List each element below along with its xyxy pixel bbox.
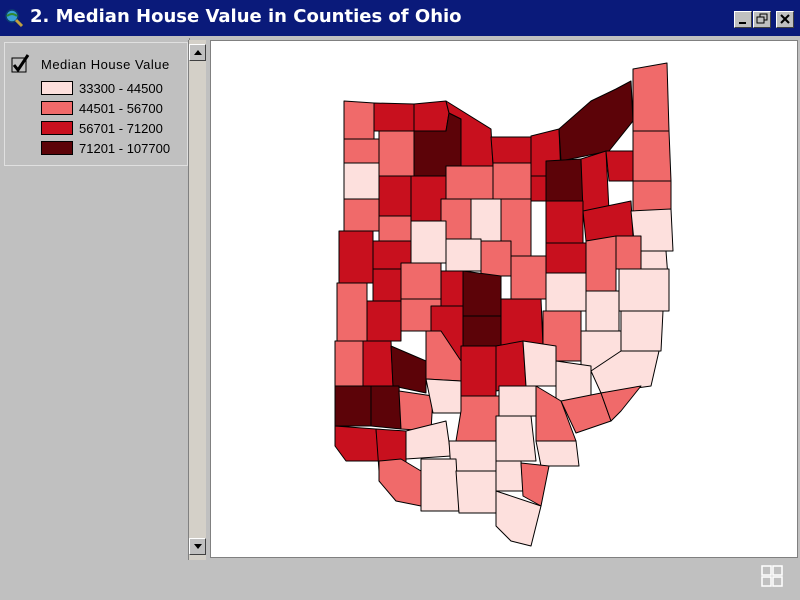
county[interactable] (495, 460, 524, 492)
county[interactable] (470, 198, 502, 242)
county[interactable] (372, 268, 402, 302)
county[interactable] (440, 270, 464, 307)
county[interactable] (632, 180, 672, 212)
county[interactable] (455, 470, 497, 514)
county[interactable] (336, 282, 368, 342)
county[interactable] (545, 272, 587, 312)
county[interactable] (495, 340, 527, 392)
legend-swatch (41, 121, 73, 135)
county[interactable] (338, 230, 374, 284)
county[interactable] (585, 290, 620, 332)
county[interactable] (462, 315, 502, 347)
county[interactable] (366, 300, 402, 342)
county[interactable] (605, 150, 634, 182)
close-button[interactable] (776, 11, 794, 28)
county[interactable] (498, 385, 537, 417)
county[interactable] (520, 462, 550, 507)
county[interactable] (343, 100, 375, 140)
grid-icon[interactable] (760, 564, 784, 588)
scroll-down-button[interactable] (189, 538, 206, 555)
county[interactable] (555, 360, 592, 402)
legend-swatch (41, 81, 73, 95)
window-title: 2. Median House Value in Counties of Ohi… (30, 6, 462, 27)
county[interactable] (522, 340, 557, 387)
county[interactable] (535, 440, 580, 467)
county[interactable] (495, 415, 537, 462)
county[interactable] (580, 150, 610, 212)
county[interactable] (510, 255, 547, 300)
county[interactable] (445, 165, 494, 200)
legend-label: 71201 - 107700 (79, 140, 171, 156)
county[interactable] (558, 80, 634, 162)
county[interactable] (530, 175, 547, 202)
county[interactable] (420, 458, 460, 512)
arrow-up-icon (194, 50, 202, 55)
county[interactable] (400, 262, 442, 300)
legend-item: 33300 - 44500 (41, 79, 163, 97)
legend-item: 56701 - 71200 (41, 119, 163, 137)
county[interactable] (378, 175, 412, 217)
title-bar: 2. Median House Value in Counties of Ohi… (0, 0, 800, 36)
minimize-button[interactable] (734, 11, 752, 28)
county[interactable] (462, 270, 502, 317)
legend-label: 56701 - 71200 (79, 120, 163, 136)
map-view[interactable] (210, 40, 798, 558)
county[interactable] (615, 235, 642, 270)
ohio-county-map (334, 62, 674, 547)
legend-label: 33300 - 44500 (79, 80, 163, 96)
minimize-icon (739, 22, 746, 24)
county[interactable] (620, 310, 664, 352)
county[interactable] (378, 215, 412, 242)
scroll-up-button[interactable] (189, 44, 206, 61)
county[interactable] (492, 162, 532, 200)
county[interactable] (445, 238, 482, 272)
county[interactable] (334, 340, 364, 387)
county[interactable] (378, 458, 422, 507)
county[interactable] (632, 130, 672, 182)
county[interactable] (370, 385, 402, 430)
legend-scrollbar[interactable] (188, 40, 206, 560)
legend-label: 44501 - 56700 (79, 100, 163, 116)
county[interactable] (460, 345, 497, 397)
county[interactable] (413, 100, 450, 132)
county[interactable] (343, 198, 380, 232)
county[interactable] (490, 136, 532, 164)
county[interactable] (343, 162, 380, 200)
county[interactable] (545, 158, 584, 202)
county[interactable] (410, 220, 447, 264)
county[interactable] (362, 340, 394, 387)
county[interactable] (585, 235, 617, 292)
county[interactable] (378, 130, 415, 177)
legend-swatch (41, 141, 73, 155)
status-bar (0, 560, 800, 600)
county[interactable] (455, 395, 500, 442)
county[interactable] (334, 385, 372, 427)
county[interactable] (500, 298, 544, 347)
county[interactable] (373, 102, 415, 132)
close-icon (780, 14, 790, 24)
county[interactable] (545, 200, 584, 244)
county[interactable] (632, 62, 670, 132)
legend-panel: Median House Value 33300 - 44500 44501 -… (0, 38, 190, 560)
county[interactable] (398, 390, 434, 432)
legend-title: Median House Value (41, 57, 170, 72)
legend-swatch (41, 101, 73, 115)
restore-icon (756, 13, 768, 24)
county[interactable] (343, 138, 380, 164)
restore-button[interactable] (753, 11, 771, 28)
county[interactable] (480, 240, 512, 277)
legend-item: 71201 - 107700 (41, 139, 170, 157)
legend-item: 44501 - 56700 (41, 99, 163, 117)
checkmark-icon[interactable] (11, 53, 31, 77)
legend: Median House Value 33300 - 44500 44501 -… (4, 42, 188, 166)
arrow-down-icon (194, 544, 202, 549)
county[interactable] (618, 268, 670, 312)
county[interactable] (545, 242, 587, 274)
county[interactable] (334, 425, 380, 462)
globe-search-icon[interactable] (4, 8, 24, 28)
